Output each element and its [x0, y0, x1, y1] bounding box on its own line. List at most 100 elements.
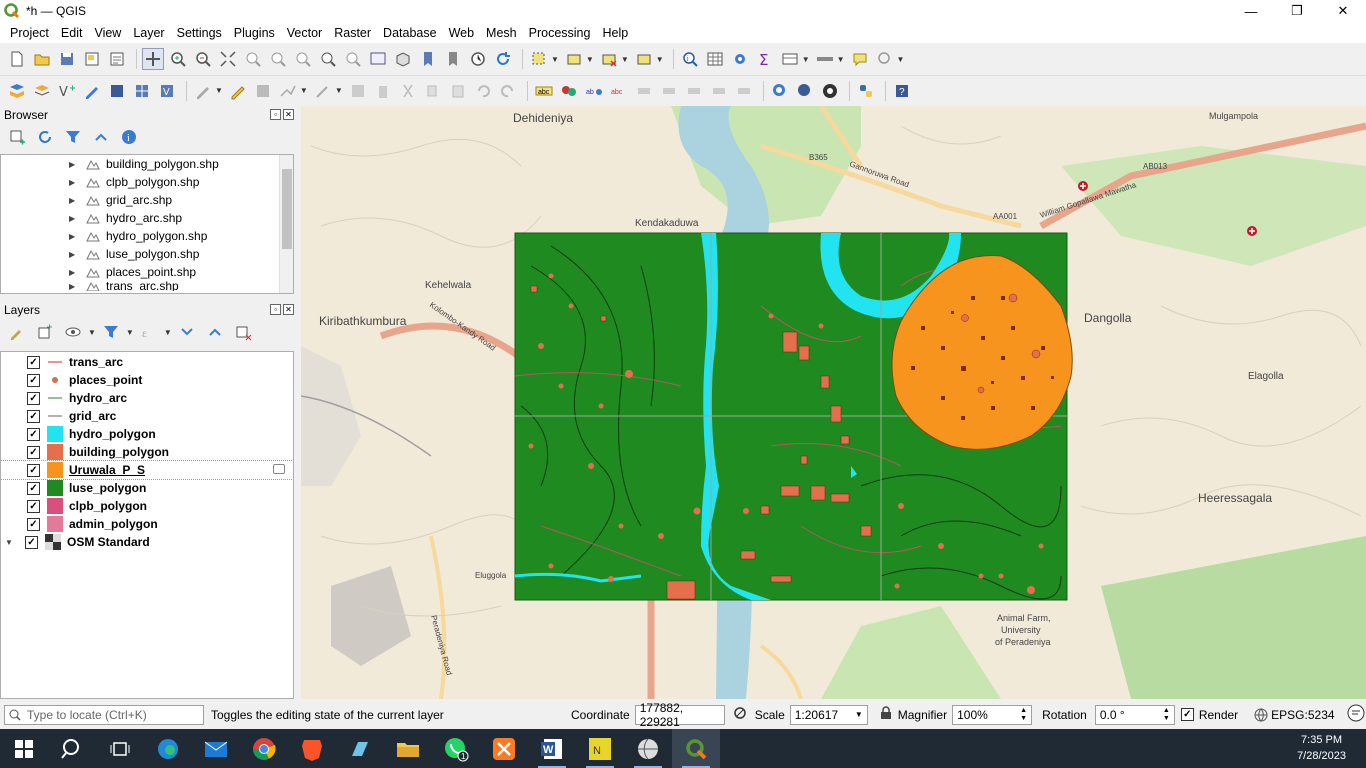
vertex-tool-icon[interactable] [312, 80, 334, 102]
menu-layer[interactable]: Layer [127, 26, 170, 40]
xampp-icon[interactable] [480, 729, 528, 768]
collapse-all-icon[interactable] [90, 126, 112, 148]
zoom-in-icon[interactable] [167, 48, 189, 70]
zoom-selection-icon[interactable] [242, 48, 264, 70]
change-label-icon[interactable] [683, 80, 705, 102]
system-clock[interactable]: 7:35 PM 7/28/2023 [1297, 732, 1346, 764]
rotate-label-icon[interactable] [658, 80, 680, 102]
manage-visibility-icon[interactable] [62, 321, 84, 343]
layer-visibility-checkbox[interactable]: ✓ [27, 409, 40, 423]
add-wms-icon[interactable] [106, 80, 128, 102]
layer-row-hydro-polygon[interactable]: ✓ hydro_polygon [1, 425, 293, 443]
new-3d-view-icon[interactable] [392, 48, 414, 70]
expand-all-icon[interactable] [176, 321, 198, 343]
new-layer-icon[interactable] [31, 80, 53, 102]
remove-layer-icon[interactable] [232, 321, 254, 343]
notepad-icon[interactable] [336, 729, 384, 768]
refresh-icon[interactable] [492, 48, 514, 70]
layer-row-building-polygon[interactable]: ✓ building_polygon [1, 443, 293, 461]
diagram-tool-icon[interactable] [558, 80, 580, 102]
save-edits-icon[interactable] [252, 80, 274, 102]
measure-icon[interactable] [814, 48, 836, 70]
map-canvas[interactable]: Dehideniya Kiribathkumbura Dangolla Elag… [301, 106, 1366, 699]
menu-vector[interactable]: Vector [281, 26, 328, 40]
layer-visibility-checkbox[interactable]: ✓ [27, 463, 40, 477]
toolbox-icon[interactable] [729, 48, 751, 70]
new-project-icon[interactable] [6, 48, 28, 70]
float-panel-icon[interactable]: ▫ [270, 304, 281, 315]
layer-visibility-checkbox[interactable]: ✓ [27, 481, 40, 495]
browser-item[interactable]: ▶ trans_arc.shp [1, 281, 293, 291]
attribute-table-icon[interactable] [704, 48, 726, 70]
rotation-spinbox[interactable]: 0.0 ° ▲ ▼ [1094, 704, 1175, 725]
show-bookmarks-icon[interactable] [442, 48, 464, 70]
add-selected-layers-icon[interactable] [6, 126, 28, 148]
help-icon[interactable]: ? [891, 80, 913, 102]
close-panel-icon[interactable]: ✕ [283, 109, 294, 120]
pan-map-icon[interactable] [142, 48, 164, 70]
browser-item[interactable]: ▶ luse_polygon.shp [1, 245, 293, 263]
menu-raster[interactable]: Raster [328, 26, 377, 40]
open-project-icon[interactable] [31, 48, 53, 70]
add-vector-icon[interactable]: V [56, 80, 78, 102]
digitize-line-icon[interactable] [277, 80, 299, 102]
toggle-extents-icon[interactable] [733, 706, 747, 723]
crs-button[interactable]: EPSG:5234 [1254, 708, 1335, 722]
save-project-icon[interactable] [56, 48, 78, 70]
filter-legend-icon[interactable] [100, 321, 122, 343]
qgis-taskbar-icon[interactable] [672, 729, 720, 768]
current-edits-icon[interactable] [192, 80, 214, 102]
zoom-full-icon[interactable] [217, 48, 239, 70]
edit-mode-icon[interactable] [273, 464, 285, 474]
refresh-browser-icon[interactable] [34, 126, 56, 148]
layer-row-uruwala-p-s[interactable]: ✓ Uruwala_P_S [1, 460, 293, 480]
layer-visibility-checkbox[interactable]: ✓ [27, 445, 40, 459]
search-icon[interactable] [48, 729, 96, 768]
whatsapp-icon[interactable]: 1 [432, 729, 480, 768]
brave-icon[interactable] [288, 729, 336, 768]
zoom-out-icon[interactable] [192, 48, 214, 70]
layer-visibility-checkbox[interactable]: ✓ [27, 427, 40, 441]
label-tool-icon[interactable]: abc [533, 80, 555, 102]
chrome-icon[interactable] [240, 729, 288, 768]
layer-row-grid-arc[interactable]: ✓ grid_arc [1, 407, 293, 425]
paste-features-icon[interactable] [447, 80, 469, 102]
bookmark-icon[interactable] [417, 48, 439, 70]
layer-visibility-checkbox[interactable]: ✓ [27, 499, 40, 513]
layer-visibility-checkbox[interactable]: ✓ [27, 373, 40, 387]
browser-item[interactable]: ▶ clpb_polygon.shp [1, 173, 293, 191]
undo-icon[interactable] [472, 80, 494, 102]
quickosm-icon[interactable] [819, 80, 841, 102]
data-source-manager-icon[interactable] [6, 80, 28, 102]
browser-item[interactable]: ▶ grid_arc.shp [1, 191, 293, 209]
redo-icon[interactable] [497, 80, 519, 102]
layer-row-trans-arc[interactable]: ✓ trans_arc [1, 353, 293, 371]
scale-combo[interactable]: 1:20617 ▼ [789, 704, 868, 725]
close-button[interactable]: ✕ [1320, 0, 1366, 22]
style-panel-icon[interactable] [6, 321, 28, 343]
scrollbar-thumb[interactable] [282, 169, 292, 249]
close-panel-icon[interactable]: ✕ [283, 304, 294, 315]
menu-plugins[interactable]: Plugins [228, 26, 281, 40]
render-checkbox[interactable]: ✓ [1180, 708, 1194, 721]
layer-visibility-checkbox[interactable]: ✓ [25, 535, 38, 549]
layer-visibility-checkbox[interactable]: ✓ [27, 355, 40, 369]
sticky-app-icon[interactable]: N [576, 729, 624, 768]
toggle-editing-icon[interactable] [227, 80, 249, 102]
zoom-layer-icon[interactable] [267, 48, 289, 70]
label-properties-icon[interactable] [708, 80, 730, 102]
browser-item[interactable]: ▶ building_polygon.shp [1, 155, 293, 173]
menu-help[interactable]: Help [596, 26, 634, 40]
file-explorer-icon[interactable] [384, 729, 432, 768]
filter-browser-icon[interactable] [62, 126, 84, 148]
browser-item[interactable]: ▶ places_point.shp [1, 263, 293, 281]
browser-item[interactable]: ▶ hydro_arc.shp [1, 209, 293, 227]
select-location-icon[interactable] [633, 48, 655, 70]
deselect-icon[interactable] [598, 48, 620, 70]
digitize-icon[interactable] [81, 80, 103, 102]
zoom-next-icon[interactable] [342, 48, 364, 70]
zoom-native-icon[interactable] [292, 48, 314, 70]
properties-icon[interactable]: i [118, 126, 140, 148]
browser-scrollbar[interactable] [279, 155, 293, 293]
modify-attributes-icon[interactable] [347, 80, 369, 102]
